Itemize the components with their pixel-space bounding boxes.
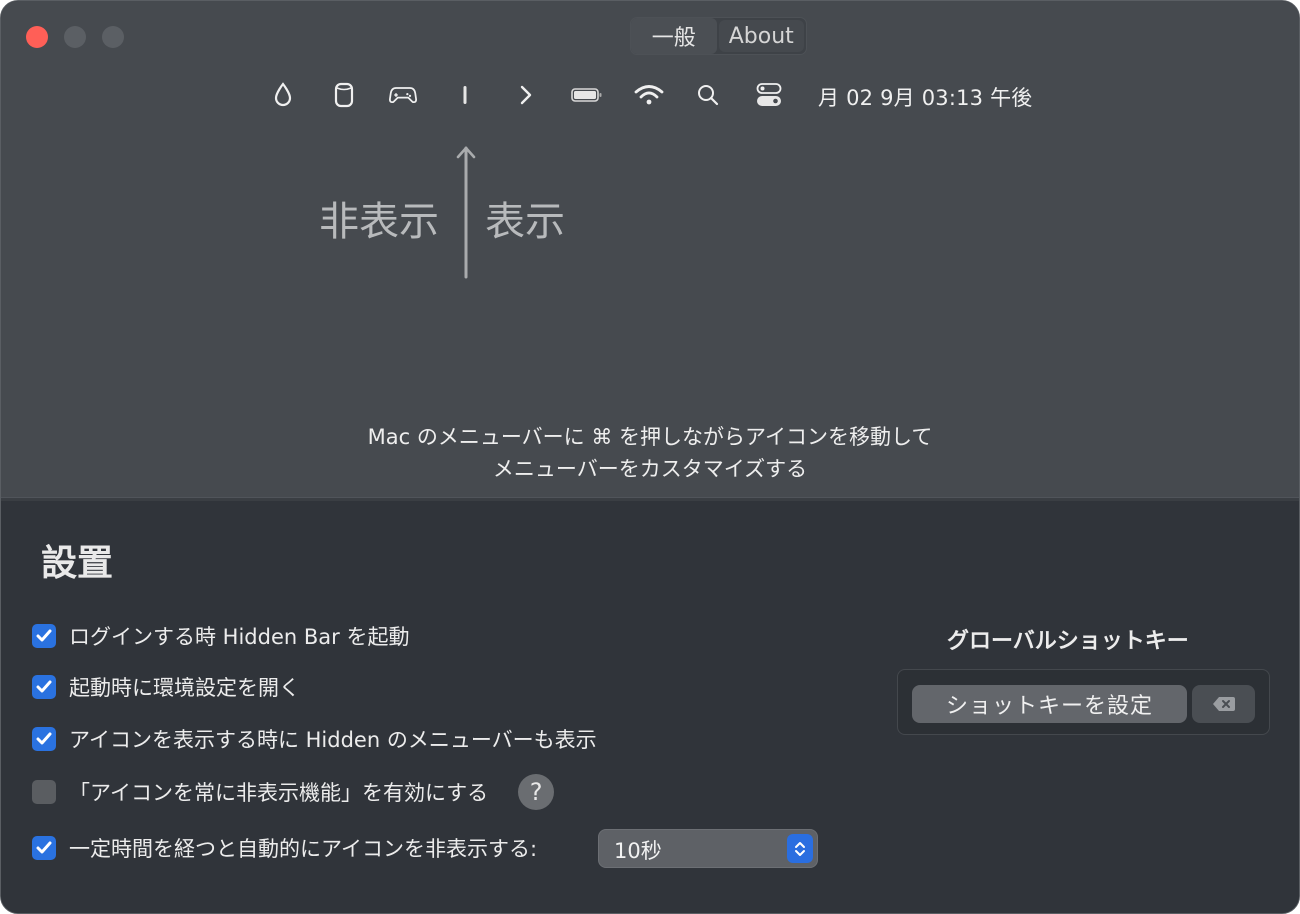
battery-icon xyxy=(571,81,603,109)
usage-hint: Mac のメニューバーに ⌘ を押しながらアイコンを移動して メニューバーをカス… xyxy=(1,421,1299,485)
preferences-window: 一般 About 月 02 9月 03:13 午後 非表示 表示 Mac のメニ… xyxy=(0,0,1300,914)
separator-bar-icon xyxy=(451,81,479,109)
option-show-hidden-menubar[interactable]: アイコンを表示する時に Hidden のメニューバーも表示 xyxy=(32,724,597,754)
menubar-preview: 月 02 9月 03:13 午後 xyxy=(1,77,1299,113)
up-down-chevron-icon[interactable] xyxy=(787,834,813,863)
gamepad-icon xyxy=(389,81,417,109)
option-always-hidden[interactable]: 「アイコンを常に非表示機能」を有効にする ? xyxy=(32,774,555,810)
launch-at-login-checkbox[interactable] xyxy=(32,624,56,648)
hidden-section-label: 非表示 xyxy=(319,199,439,245)
usage-hint-line-1: Mac のメニューバーに ⌘ を押しながらアイコンを移動して xyxy=(367,425,933,449)
launch-at-login-label: ログインする時 Hidden Bar を起動 xyxy=(69,625,410,649)
chevron-right-icon xyxy=(512,81,540,109)
clear-hotkey-button[interactable] xyxy=(1192,685,1255,723)
always-hidden-checkbox[interactable] xyxy=(32,780,56,804)
checkmark-icon xyxy=(36,841,52,854)
checkmark-icon xyxy=(36,629,52,642)
usage-hint-line-2: メニューバーをカスタマイズする xyxy=(492,457,808,481)
checkmark-icon xyxy=(36,680,52,693)
option-launch-at-login[interactable]: ログインする時 Hidden Bar を起動 xyxy=(32,621,409,651)
open-prefs-on-launch-checkbox[interactable] xyxy=(32,675,56,699)
minimize-button[interactable] xyxy=(64,26,86,48)
tab-about[interactable]: About xyxy=(718,20,804,52)
option-auto-hide[interactable]: 一定時間を経つと自動的にアイコンを非表示する: xyxy=(32,833,537,863)
drop-icon xyxy=(269,81,297,109)
open-prefs-on-launch-label: 起動時に環境設定を開く xyxy=(69,676,300,700)
show-hidden-menubar-checkbox[interactable] xyxy=(32,727,56,751)
auto-hide-delay-value: 10秒 xyxy=(614,839,662,863)
hotkey-recorder: ショットキーを設定 xyxy=(897,669,1270,735)
homepod-icon xyxy=(330,81,358,109)
close-button[interactable] xyxy=(26,26,48,48)
menubar-clock: 月 02 9月 03:13 午後 xyxy=(818,86,1033,110)
help-button[interactable]: ? xyxy=(518,774,555,810)
settings-title: 設置 xyxy=(41,543,114,584)
tab-bar: 一般 About xyxy=(630,17,807,55)
zoom-button[interactable] xyxy=(102,26,124,48)
option-open-prefs-on-launch[interactable]: 起動時に環境設定を開く xyxy=(32,672,300,702)
auto-hide-checkbox[interactable] xyxy=(32,836,56,860)
auto-hide-delay-select[interactable]: 10秒 xyxy=(598,829,818,868)
shown-section-label: 表示 xyxy=(485,199,565,245)
auto-hide-label: 一定時間を経つと自動的にアイコンを非表示する: xyxy=(69,837,538,861)
search-icon xyxy=(694,81,722,109)
arrow-up-icon xyxy=(456,146,476,279)
control-center-icon xyxy=(755,81,783,109)
tab-general[interactable]: 一般 xyxy=(631,18,717,54)
checkmark-icon xyxy=(36,732,52,745)
delete-backward-icon xyxy=(1212,697,1235,711)
menubar-preview-panel: 一般 About 月 02 9月 03:13 午後 非表示 表示 Mac のメニ… xyxy=(1,1,1299,497)
global-hotkey-title: グローバルショットキー xyxy=(947,629,1189,654)
set-hotkey-button[interactable]: ショットキーを設定 xyxy=(912,685,1187,723)
show-hidden-menubar-label: アイコンを表示する時に Hidden のメニューバーも表示 xyxy=(69,728,597,752)
always-hidden-label: 「アイコンを常に非表示機能」を有効にする xyxy=(69,781,489,805)
wifi-icon xyxy=(633,81,665,109)
